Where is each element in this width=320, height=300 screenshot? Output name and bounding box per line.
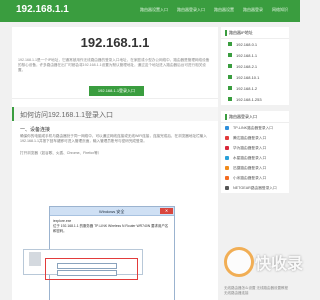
highlight-box [45,258,138,280]
dialog-message: iexplore.exe 位于 192.168.1.1 的服务器 TP-LINK… [53,219,171,234]
page-title: 192.168.1.1 [80,35,150,50]
router-label: 小米路由器登录入口 [233,176,267,180]
brand-icon [225,156,229,160]
login-entry-button[interactable]: 192.168.1.1登录入口 [89,86,144,96]
nav-link-router-setup-entry[interactable]: 路由器设置入口 [140,7,168,13]
ip-label: 192.168.10.1 [236,75,260,80]
dialog-title: Windows 安全 [99,209,125,214]
brand-icon [225,186,229,190]
router-label: 腾达路由器登录入口 [233,136,267,140]
ip-list-item[interactable]: 192.168.2.1 [221,61,289,72]
ip-label: 192.168.1.2 [236,86,258,91]
brand-icon [225,146,229,150]
bottom-link[interactable]: 无线路由器连接 [224,291,292,296]
router-label: NETGEAR路由器登录入口 [233,186,277,190]
square-icon [228,42,232,46]
router-list-item[interactable]: 小米路由器登录入口 [221,173,289,183]
router-list-item[interactable]: TP-LINK路由器登录入口 [221,123,289,133]
user-avatar-icon [29,252,41,266]
nav-link-network-knowledge[interactable]: 网络知识 [272,7,288,13]
section-title: 如何访问192.168.1.1登录入口 [20,112,113,119]
ip-list-item[interactable]: 192.168.10.1 [221,72,289,83]
ip-list-item[interactable]: 192.168.0.1 [221,39,289,50]
ip-label: 192.168.1.1 [236,53,258,58]
top-nav: 路由器设置入口 路由器登录入口 路由器设置 路由器登录 网络知识 [140,7,297,13]
ip-card-title: 路由器IP地址 [225,30,253,36]
subsection-title: 一、设备连接 [20,127,51,133]
article-paragraph: 确保你的电脑或手机与路由器处于同一网络中，可以通过网线连接或无线WiFi连接，连… [20,134,207,144]
square-icon [228,53,232,57]
sidebar-bottom-links: 无线路由器怎么设置 无线路由器设置教程 无线路由器连接 [224,286,292,296]
router-list-item[interactable]: 水星路由器登录入口 [221,153,289,163]
intro-panel: 192.168.1.1 192.168.1.1是一个IP地址，它通常被用作无线路… [12,27,218,99]
ip-list-item[interactable]: 192.168.1.253 [221,94,289,105]
router-label: 华为路由器登录入口 [233,146,267,150]
nav-link-router-setup[interactable]: 路由器设置 [214,7,234,13]
section-header: 如何访问192.168.1.1登录入口 [12,107,218,121]
ip-card-header: 路由器IP地址 [221,27,289,39]
square-icon [228,97,232,101]
router-label: 水星路由器登录入口 [233,156,267,160]
brand-icon [225,136,229,140]
ip-list-item[interactable]: 192.168.1.1 [221,50,289,61]
router-list-item[interactable]: 迅捷路由器登录入口 [221,163,289,173]
intro-text: 192.168.1.1是一个IP地址，它通常被用作无线路由器的登录入口地址，在家… [18,58,210,73]
dialog-titlebar: Windows 安全 ✕ [50,207,174,216]
router-list-item[interactable]: 华为路由器登录入口 [221,143,289,153]
router-login-card: 路由器登录入口 TP-LINK路由器登录入口 腾达路由器登录入口 华为路由器登录… [221,111,289,193]
nav-link-router-login-entry[interactable]: 路由器登录入口 [177,7,205,13]
sidebar: 路由器IP地址 192.168.0.1 192.168.1.1 192.168.… [221,27,289,199]
router-list-item[interactable]: NETGEAR路由器登录入口 [221,183,289,193]
ip-address-card: 路由器IP地址 192.168.0.1 192.168.1.1 192.168.… [221,27,289,105]
nav-link-router-login[interactable]: 路由器登录 [243,7,263,13]
ip-label: 192.168.2.1 [236,64,258,69]
top-bar: 192.168.1.1 路由器设置入口 路由器登录入口 路由器设置 路由器登录 … [0,0,300,22]
watermark-text: 快收录 [255,256,304,273]
dialog-prompt: 位于 192.168.1.1 的服务器 TP-LINK Wireless N R… [53,224,169,233]
ip-list-item[interactable]: 192.168.1.2 [221,83,289,94]
router-label: 迅捷路由器登录入口 [233,166,267,170]
brand-icon [225,126,229,130]
square-icon [228,86,232,90]
ip-label: 192.168.0.1 [236,42,258,47]
site-logo[interactable]: 192.168.1.1 [16,4,69,15]
close-icon: ✕ [160,208,173,214]
router-card-title: 路由器登录入口 [225,114,257,120]
router-label: TP-LINK路由器登录入口 [233,126,273,130]
brand-icon [225,166,229,170]
brand-icon [225,176,229,180]
router-card-header: 路由器登录入口 [221,111,289,123]
square-icon [228,75,232,79]
square-icon [228,64,232,68]
ip-label: 192.168.1.253 [236,97,262,102]
watermark-logo-icon [224,247,254,277]
article-step-text: 打开浏览器（如谷歌、火狐、Chrome、Firefox等） [20,151,102,155]
router-list-item[interactable]: 腾达路由器登录入口 [221,133,289,143]
